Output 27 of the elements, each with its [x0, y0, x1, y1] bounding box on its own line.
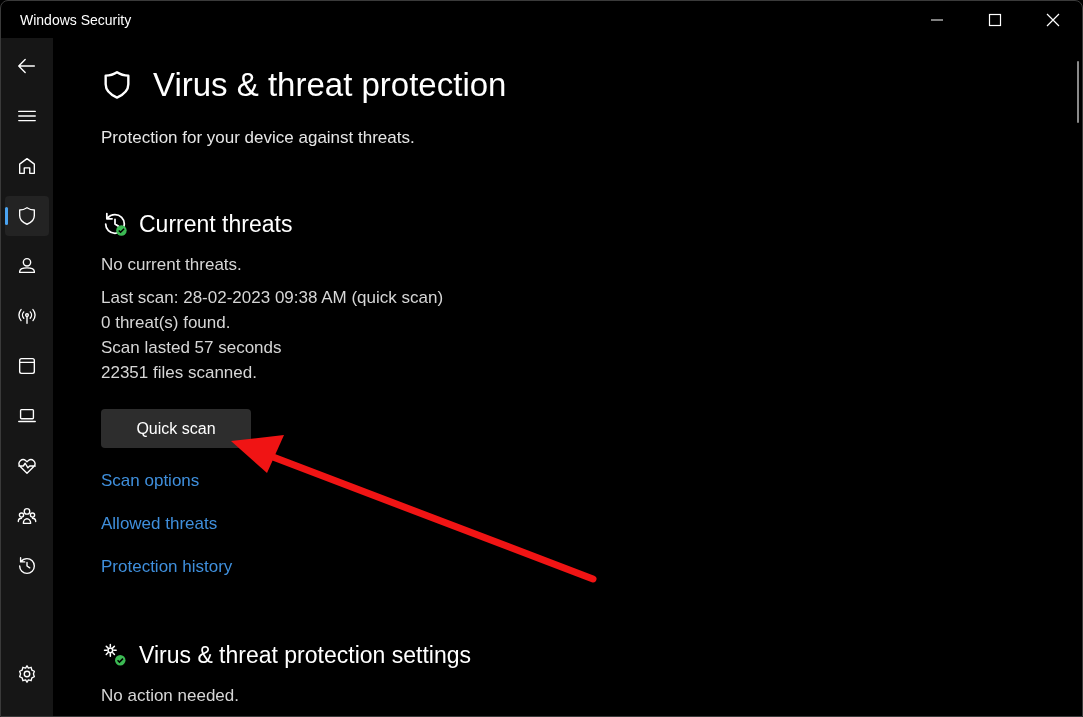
close-icon: [1046, 12, 1060, 27]
status-text: 22351 files scanned.: [101, 362, 258, 384]
link[interactable]: Scan options: [101, 471, 200, 491]
gear-icon: [16, 663, 38, 685]
status-text: No action needed.: [101, 685, 240, 707]
link[interactable]: Allowed threats: [101, 514, 218, 534]
status-text: No current threats.: [101, 254, 243, 276]
history-icon: [16, 555, 38, 577]
shield-icon: [16, 205, 38, 227]
window-title: Windows Security: [20, 11, 132, 28]
scrollbar[interactable]: [1077, 61, 1079, 123]
page-subtitle: Protection for your device against threats.: [101, 128, 416, 148]
sidebar-item[interactable]: [5, 196, 49, 236]
shield-icon: [101, 69, 133, 101]
window-icon: [16, 355, 38, 377]
section-heading: Virus & threat protection settings: [139, 641, 471, 669]
page-title: Virus & threat protection: [153, 66, 507, 104]
status-text: Last scan: 28-02-2023 09:38 AM (quick scan): [101, 287, 445, 309]
home-icon: [16, 155, 38, 177]
quick-scan-button[interactable]: Quick scan: [101, 409, 251, 448]
maximize-icon: [988, 12, 1002, 27]
people-icon: [16, 505, 38, 527]
link[interactable]: Protection history: [101, 557, 233, 577]
status-text: Scan lasted 57 seconds: [101, 337, 283, 359]
minimize-icon: [931, 18, 943, 21]
status-text: 0 threat(s) found.: [101, 312, 232, 334]
section-heading: Current threats: [139, 210, 293, 238]
